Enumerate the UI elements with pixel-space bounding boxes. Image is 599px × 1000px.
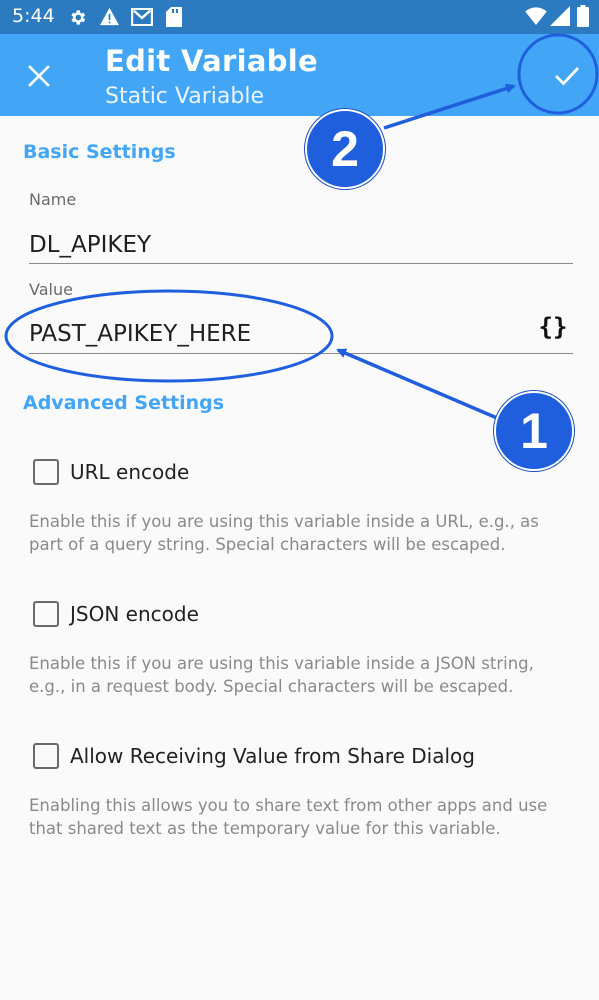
page-title: Edit Variable (105, 44, 318, 78)
basic-settings-header: Basic Settings (23, 141, 176, 163)
gmail-icon (131, 8, 153, 26)
signal-icon (550, 6, 570, 26)
url-encode-checkbox[interactable] (33, 459, 59, 485)
name-input[interactable] (29, 226, 573, 264)
advanced-settings-header: Advanced Settings (23, 392, 225, 414)
value-label: Value (29, 280, 73, 299)
sd-card-icon (166, 7, 182, 27)
status-time: 5:44 (12, 5, 55, 27)
gear-icon (71, 10, 86, 25)
warning-icon (100, 7, 119, 26)
status-bar: 5:44 (0, 0, 599, 34)
url-encode-label: URL encode (70, 460, 190, 484)
url-encode-description: Enable this if you are using this variab… (29, 512, 539, 554)
insert-variable-button[interactable]: {} (536, 310, 570, 344)
wifi-icon (525, 7, 547, 25)
share-dialog-option[interactable]: Allow Receiving Value from Share Dialog (33, 743, 475, 769)
value-input[interactable] (29, 315, 529, 353)
json-encode-checkbox[interactable] (33, 601, 59, 627)
share-dialog-description: Enabling this allows you to share text f… (29, 796, 548, 838)
app-bar: Edit Variable Static Variable (0, 34, 599, 116)
share-dialog-checkbox[interactable] (33, 743, 59, 769)
check-icon (555, 67, 580, 86)
share-dialog-label: Allow Receiving Value from Share Dialog (70, 744, 475, 768)
battery-icon (577, 5, 589, 27)
json-encode-description: Enable this if you are using this variab… (29, 654, 534, 696)
value-underline (29, 353, 573, 354)
close-button[interactable] (14, 51, 64, 101)
json-encode-option[interactable]: JSON encode (33, 601, 199, 627)
name-label: Name (29, 190, 77, 209)
step-2-badge: 2 (305, 109, 385, 189)
json-encode-label: JSON encode (70, 602, 199, 626)
step-1-badge: 1 (494, 391, 574, 471)
close-icon (28, 65, 50, 87)
page-subtitle: Static Variable (105, 84, 264, 109)
url-encode-option[interactable]: URL encode (33, 459, 189, 485)
confirm-button[interactable] (538, 51, 596, 101)
arrow-to-value (336, 348, 498, 420)
